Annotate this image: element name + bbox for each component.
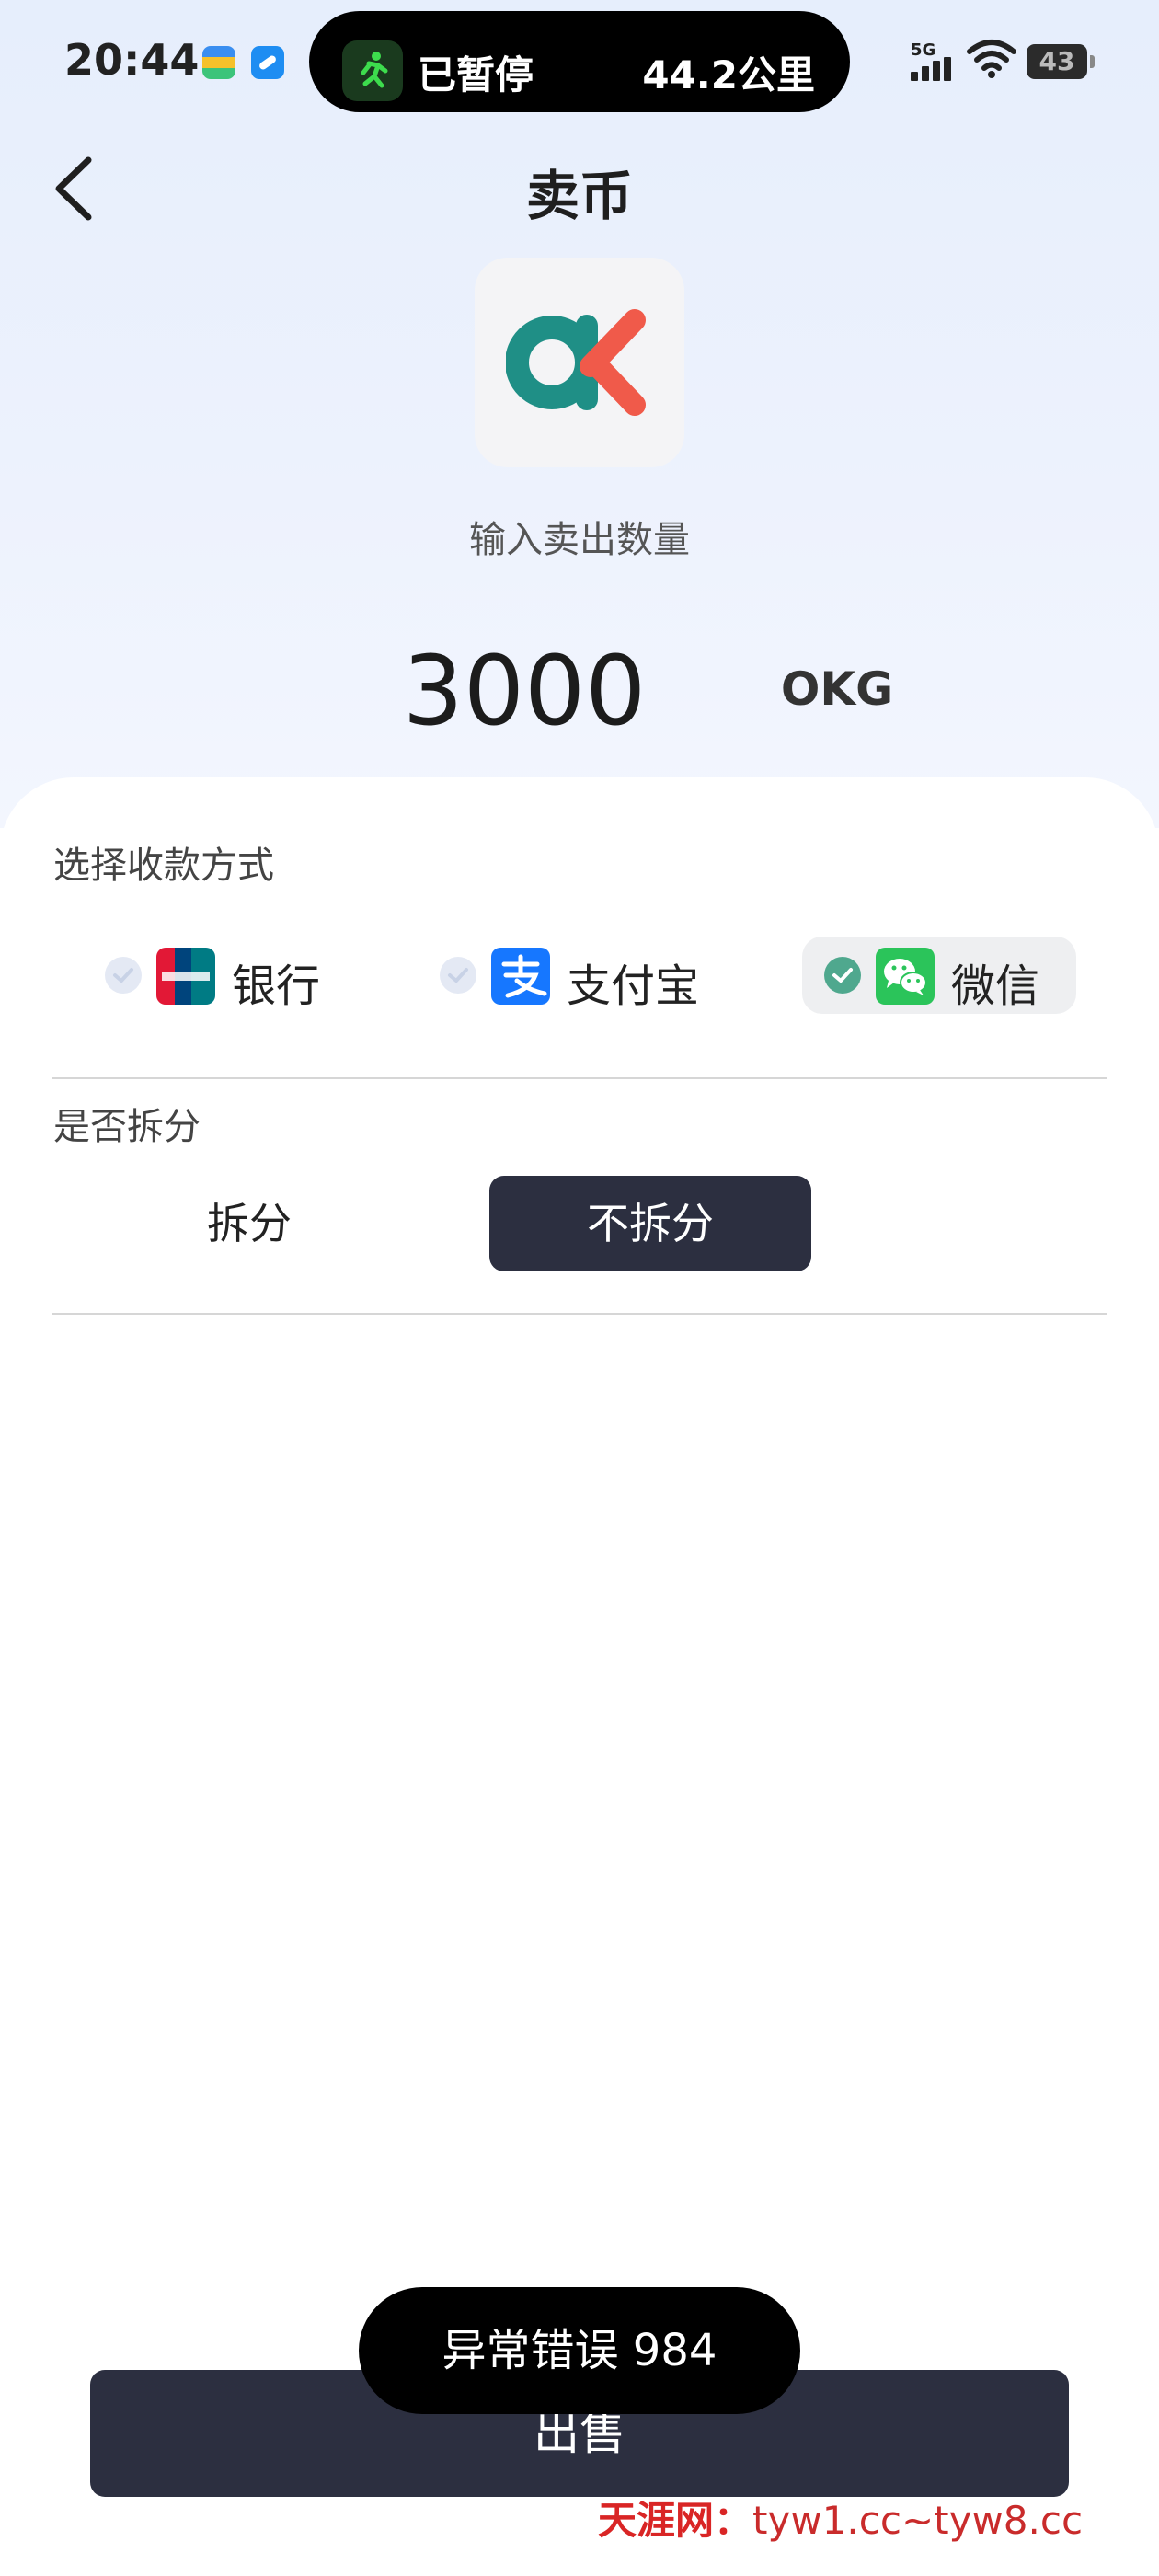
payment-option-alipay[interactable]: 支付宝 xyxy=(418,937,721,1014)
split-label: 是否拆分 xyxy=(53,1106,201,1148)
unchecked-icon xyxy=(440,957,476,994)
payment-option-wechat[interactable]: 微信 xyxy=(802,937,1076,1014)
island-paused-text: 已暂停 xyxy=(418,52,534,98)
error-toast: 异常错误 984 xyxy=(359,2287,800,2414)
checked-icon xyxy=(824,957,861,994)
wechat-icon xyxy=(876,948,935,1005)
okg-logo-icon xyxy=(506,309,646,416)
running-icon xyxy=(342,40,403,101)
okg-coin-logo xyxy=(475,258,684,467)
split-option-yes[interactable]: 拆分 xyxy=(88,1176,410,1271)
payment-method-label: 选择收款方式 xyxy=(53,845,274,887)
watermark-brand: 天涯网： xyxy=(598,2498,753,2543)
wallet-app-icon xyxy=(202,46,235,79)
page-title: 卖币 xyxy=(525,165,633,227)
payment-option-bank[interactable]: 银行 xyxy=(83,937,350,1014)
payment-option-label: 微信 xyxy=(951,960,1040,1012)
divider xyxy=(52,1313,1107,1315)
signal-icon xyxy=(911,57,951,81)
wifi-icon xyxy=(967,40,1016,78)
unchecked-icon xyxy=(105,957,142,994)
watermark-urls: tyw1.cc~tyw8.cc xyxy=(752,2498,1084,2543)
coin-unit: OKG xyxy=(780,662,894,716)
watermark: 天涯网：tyw1.cc~tyw8.cc xyxy=(598,2490,1083,2546)
divider xyxy=(52,1077,1107,1079)
sell-amount-input[interactable]: 3000 xyxy=(350,635,699,747)
battery-indicator: 43 xyxy=(1027,44,1095,79)
status-bar: 20:44 已暂停 44.2公里 5G 43 xyxy=(0,0,1159,120)
unionpay-icon xyxy=(156,948,215,1005)
dynamic-island[interactable]: 已暂停 44.2公里 xyxy=(309,11,850,112)
alipay-icon xyxy=(491,948,550,1005)
messenger-app-icon xyxy=(251,46,284,79)
payment-option-label: 银行 xyxy=(232,960,321,1012)
split-option-no[interactable]: 不拆分 xyxy=(489,1176,811,1271)
status-time: 20:44 xyxy=(64,35,200,85)
island-distance-text: 44.2公里 xyxy=(642,52,815,98)
sell-amount-prompt: 输入卖出数量 xyxy=(469,519,690,561)
payment-option-label: 支付宝 xyxy=(567,960,700,1012)
